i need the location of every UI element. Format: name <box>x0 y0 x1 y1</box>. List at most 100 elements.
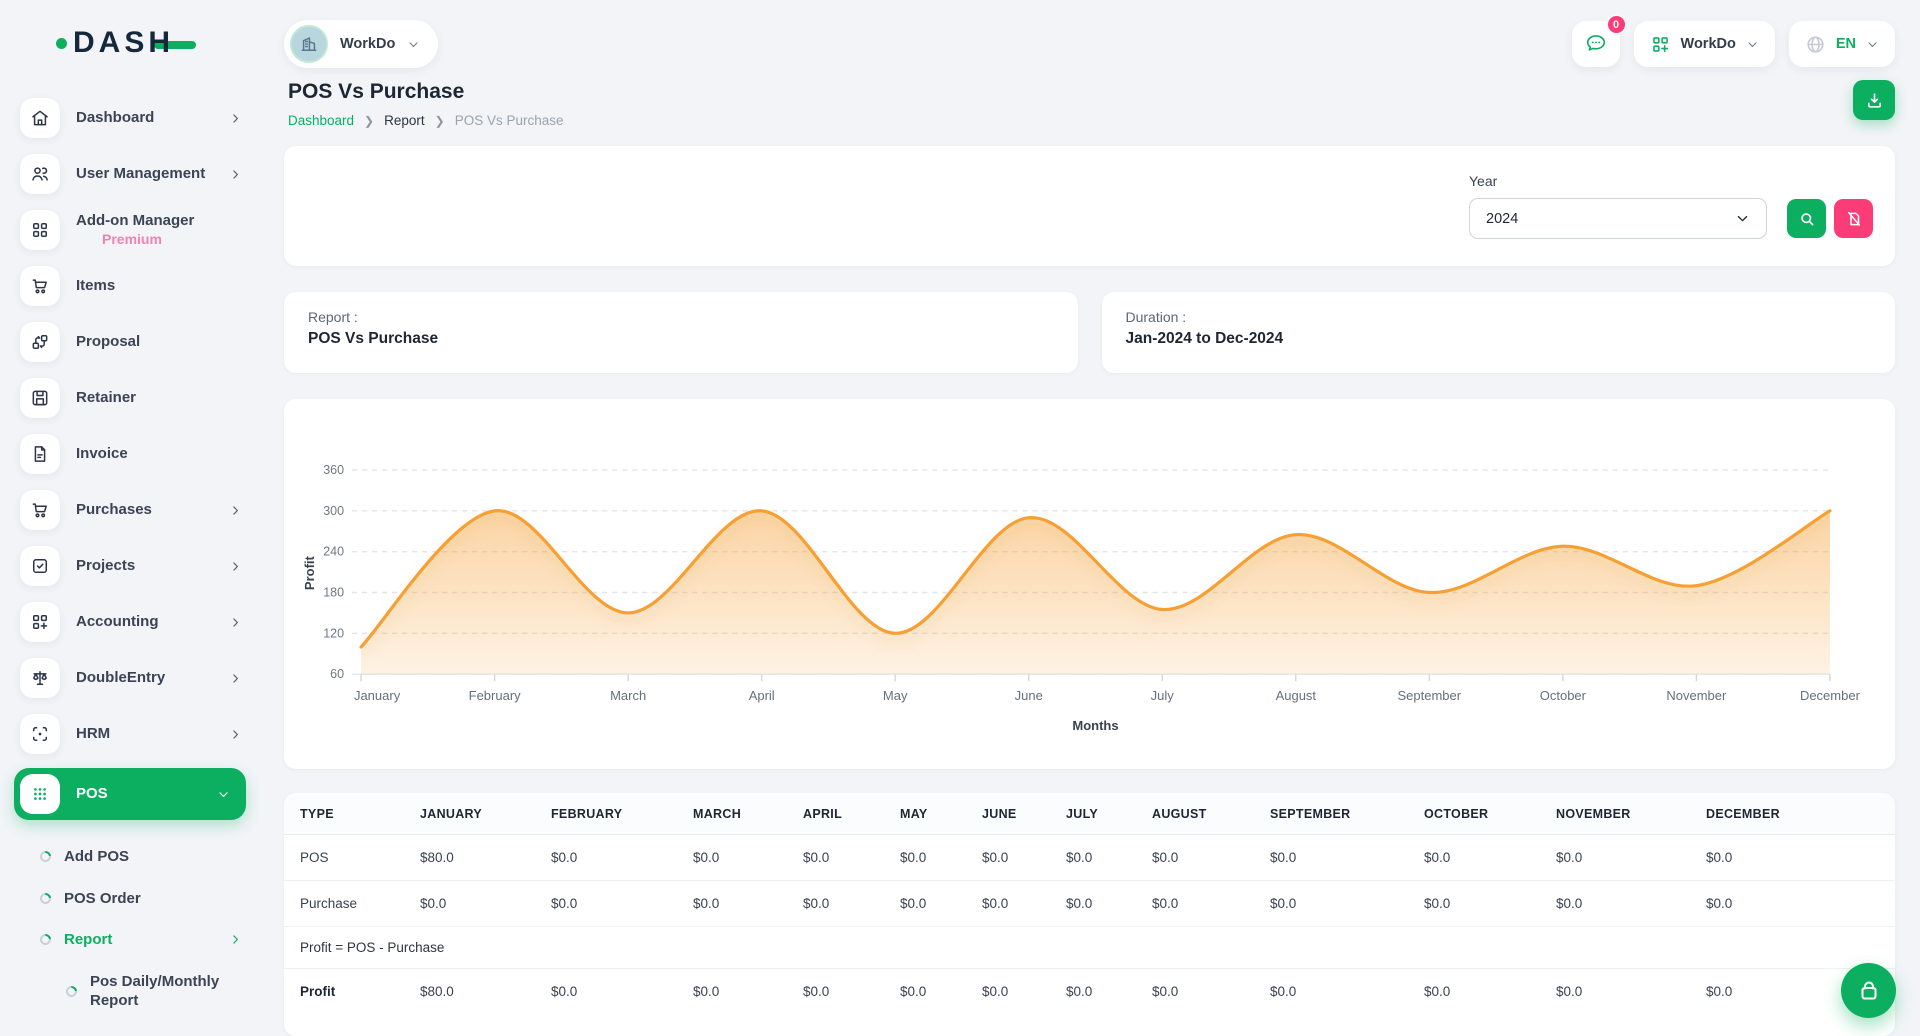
sidebar-item-label: Add-on ManagerPremium <box>76 212 242 248</box>
row-type: POS <box>284 835 404 881</box>
year-filter-label: Year <box>1469 173 1767 189</box>
cell-value: $0.0 <box>1540 835 1690 881</box>
pos-cart-fab[interactable] <box>1841 963 1896 1018</box>
cell-value: $0.0 <box>677 881 787 927</box>
svg-text:January: January <box>354 688 401 703</box>
column-header: MARCH <box>677 793 787 835</box>
chevron-right-icon <box>229 616 242 629</box>
language-label: EN <box>1836 36 1856 52</box>
sidebar-item-doubleentry[interactable]: DoubleEntry <box>14 654 252 702</box>
grid-plus-icon <box>20 602 60 642</box>
sidebar-item-hrm[interactable]: HRM <box>14 710 252 758</box>
column-header: JULY <box>1050 793 1136 835</box>
cart-icon <box>20 266 60 306</box>
column-header: JUNE <box>966 793 1050 835</box>
home-icon <box>20 98 60 138</box>
svg-text:November: November <box>1666 688 1727 703</box>
download-button[interactable] <box>1853 80 1895 120</box>
cart-icon <box>20 490 60 530</box>
row-type: Purchase <box>284 881 404 927</box>
svg-text:September: September <box>1397 688 1461 703</box>
column-header: TYPE <box>284 793 404 835</box>
user-menu-button[interactable]: WorkDo <box>1634 21 1775 67</box>
sidebar-item-invoice[interactable]: Invoice <box>14 430 252 478</box>
column-header: FEBRUARY <box>535 793 677 835</box>
main-area: WorkDo 0 WorkDo EN <box>262 0 1920 1036</box>
bullet-icon <box>38 932 53 947</box>
column-header: SEPTEMBER <box>1254 793 1408 835</box>
chevron-down-icon <box>1746 38 1759 51</box>
bullet-icon <box>38 849 53 864</box>
cell-value: $0.0 <box>404 881 535 927</box>
cell-value: $0.0 <box>1136 881 1254 927</box>
reset-filter-button[interactable] <box>1834 199 1873 238</box>
year-select[interactable]: 2024 <box>1469 198 1767 239</box>
cell-value: $0.0 <box>1408 835 1540 881</box>
svg-text:180: 180 <box>323 586 344 600</box>
topbar-right: 0 WorkDo EN <box>1572 21 1895 67</box>
sidebar-item-proposal[interactable]: Proposal <box>14 318 252 366</box>
svg-text:August: August <box>1276 688 1317 703</box>
sidebar-item-label: DoubleEntry <box>76 669 213 688</box>
page-head: POS Vs Purchase Dashboard❯Report❯POS Vs … <box>284 76 1895 146</box>
cell-value: $0.0 <box>1408 969 1540 1015</box>
sidebar-subitem-report[interactable]: Report <box>14 919 252 961</box>
sidebar-item-add-on-manager[interactable]: Add-on ManagerPremium <box>14 206 252 254</box>
cell-value: $0.0 <box>535 881 677 927</box>
column-header: DECEMBER <box>1690 793 1895 835</box>
sidebar-subitem-add-pos[interactable]: Add POS <box>14 836 252 878</box>
search-button[interactable] <box>1787 199 1826 238</box>
sidebar-item-projects[interactable]: Projects <box>14 542 252 590</box>
logo-text: DASH <box>73 26 174 60</box>
sidebar-subitem-pos-order[interactable]: POS Order <box>14 878 252 920</box>
sidebar-item-pos[interactable]: POS <box>14 768 246 820</box>
sidebar-item-accounting[interactable]: Accounting <box>14 598 252 646</box>
cell-value: $0.0 <box>1254 881 1408 927</box>
cell-value: $0.0 <box>1408 881 1540 927</box>
check-square-icon <box>20 546 60 586</box>
sidebar-item-purchases[interactable]: Purchases <box>14 486 252 534</box>
sidebar-item-dashboard[interactable]: Dashboard <box>14 94 252 142</box>
svg-text:June: June <box>1015 688 1043 703</box>
cell-value: $0.0 <box>1050 969 1136 1015</box>
breadcrumb-report[interactable]: Report <box>384 113 425 128</box>
breadcrumb-dashboard[interactable]: Dashboard <box>288 113 354 128</box>
svg-text:July: July <box>1151 688 1175 703</box>
chevron-right-icon <box>229 168 242 181</box>
workspace-switcher[interactable]: WorkDo <box>284 20 438 68</box>
bullet-icon <box>38 891 53 906</box>
messages-button[interactable]: 0 <box>1572 21 1620 67</box>
target-icon <box>20 714 60 754</box>
column-header: OCTOBER <box>1408 793 1540 835</box>
messages-badge: 0 <box>1606 14 1627 35</box>
floppy-icon <box>20 378 60 418</box>
table-row-profit: Profit$80.0$0.0$0.0$0.0$0.0$0.0$0.0$0.0$… <box>284 969 1895 1015</box>
cell-value: $0.0 <box>787 969 884 1015</box>
table-header-row: TYPEJANUARYFEBRUARYMARCHAPRILMAYJUNEJULY… <box>284 793 1895 835</box>
chevron-right-icon <box>229 933 242 946</box>
report-info-card: Report : POS Vs Purchase <box>284 292 1078 373</box>
sidebar-subitem-label: Pos Daily/Monthly Report <box>90 972 240 1011</box>
cell-value: $0.0 <box>966 881 1050 927</box>
column-header: JANUARY <box>404 793 535 835</box>
cell-value: $0.0 <box>1254 835 1408 881</box>
sidebar-item-retainer[interactable]: Retainer <box>14 374 252 422</box>
page-title: POS Vs Purchase <box>288 80 564 104</box>
sidebar-item-label: Proposal <box>76 333 242 352</box>
cell-value: $0.0 <box>1136 835 1254 881</box>
sidebar-item-label: Purchases <box>76 501 213 520</box>
sidebar-item-items[interactable]: Items <box>14 262 252 310</box>
chevron-down-icon <box>217 788 230 801</box>
brand-logo[interactable]: DASH <box>14 22 252 94</box>
cell-value: $0.0 <box>535 969 677 1015</box>
svg-text:February: February <box>469 688 522 703</box>
sidebar-item-label: Items <box>76 277 242 296</box>
svg-text:May: May <box>883 688 908 703</box>
sidebar-item-label: HRM <box>76 725 213 744</box>
sidebar-item-label: Invoice <box>76 445 242 464</box>
language-button[interactable]: EN <box>1789 21 1895 67</box>
sidebar-subitem-pos-daily-monthly-report[interactable]: Pos Daily/Monthly Report <box>14 961 252 1022</box>
info-row: Report : POS Vs Purchase Duration : Jan-… <box>284 292 1895 373</box>
sidebar-item-user-management[interactable]: User Management <box>14 150 252 198</box>
breadcrumb-separator: ❯ <box>364 114 374 128</box>
